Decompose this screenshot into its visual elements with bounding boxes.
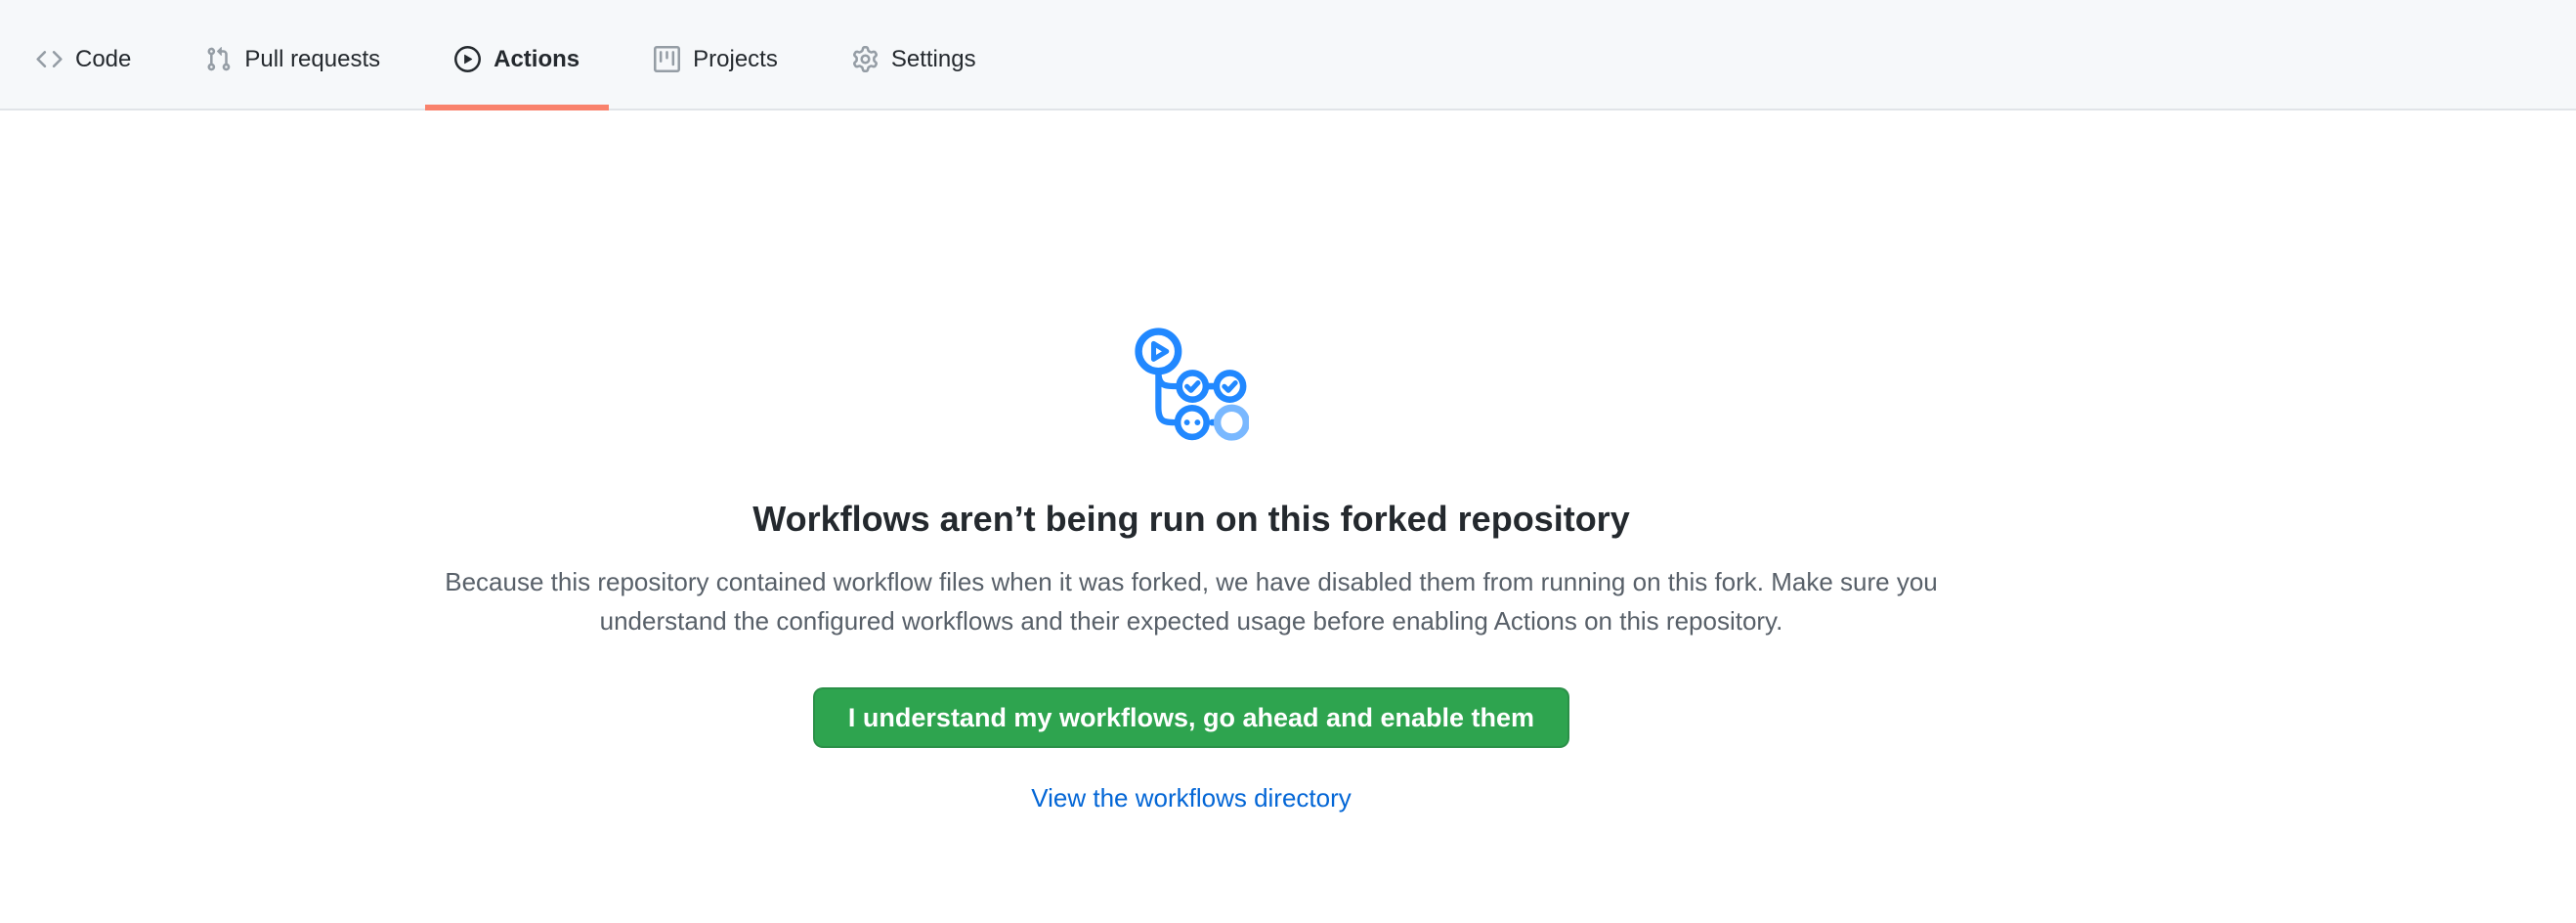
- page-title: Workflows aren’t being run on this forke…: [0, 498, 2383, 541]
- code-icon: [36, 46, 63, 72]
- view-workflows-directory-link[interactable]: View the workflows directory: [1031, 783, 1352, 813]
- tab-actions[interactable]: Actions: [425, 14, 609, 110]
- tab-label: Pull requests: [244, 46, 380, 73]
- tab-label: Actions: [494, 46, 580, 73]
- enable-workflows-button[interactable]: I understand my workflows, go ahead and …: [813, 687, 1569, 748]
- tab-settings[interactable]: Settings: [823, 14, 1006, 110]
- repo-tab-nav: Code Pull requests Actions Projects Sett…: [0, 0, 2576, 110]
- description-text: Because this repository contained workfl…: [419, 562, 1963, 640]
- tab-label: Settings: [891, 46, 976, 73]
- tab-label: Projects: [693, 46, 778, 73]
- gear-icon: [852, 46, 879, 72]
- tab-code[interactable]: Code: [7, 14, 160, 110]
- link-row: View the workflows directory: [0, 783, 2383, 813]
- actions-disabled-blankslate: Workflows aren’t being run on this forke…: [0, 110, 2383, 813]
- project-icon: [654, 46, 680, 72]
- play-icon: [454, 46, 481, 72]
- button-row: I understand my workflows, go ahead and …: [0, 687, 2383, 748]
- workflow-illustration-icon: [1135, 328, 1249, 442]
- git-pull-request-icon: [205, 46, 232, 72]
- tab-projects[interactable]: Projects: [624, 14, 807, 110]
- tab-label: Code: [75, 46, 131, 73]
- tab-pull-requests[interactable]: Pull requests: [176, 14, 409, 110]
